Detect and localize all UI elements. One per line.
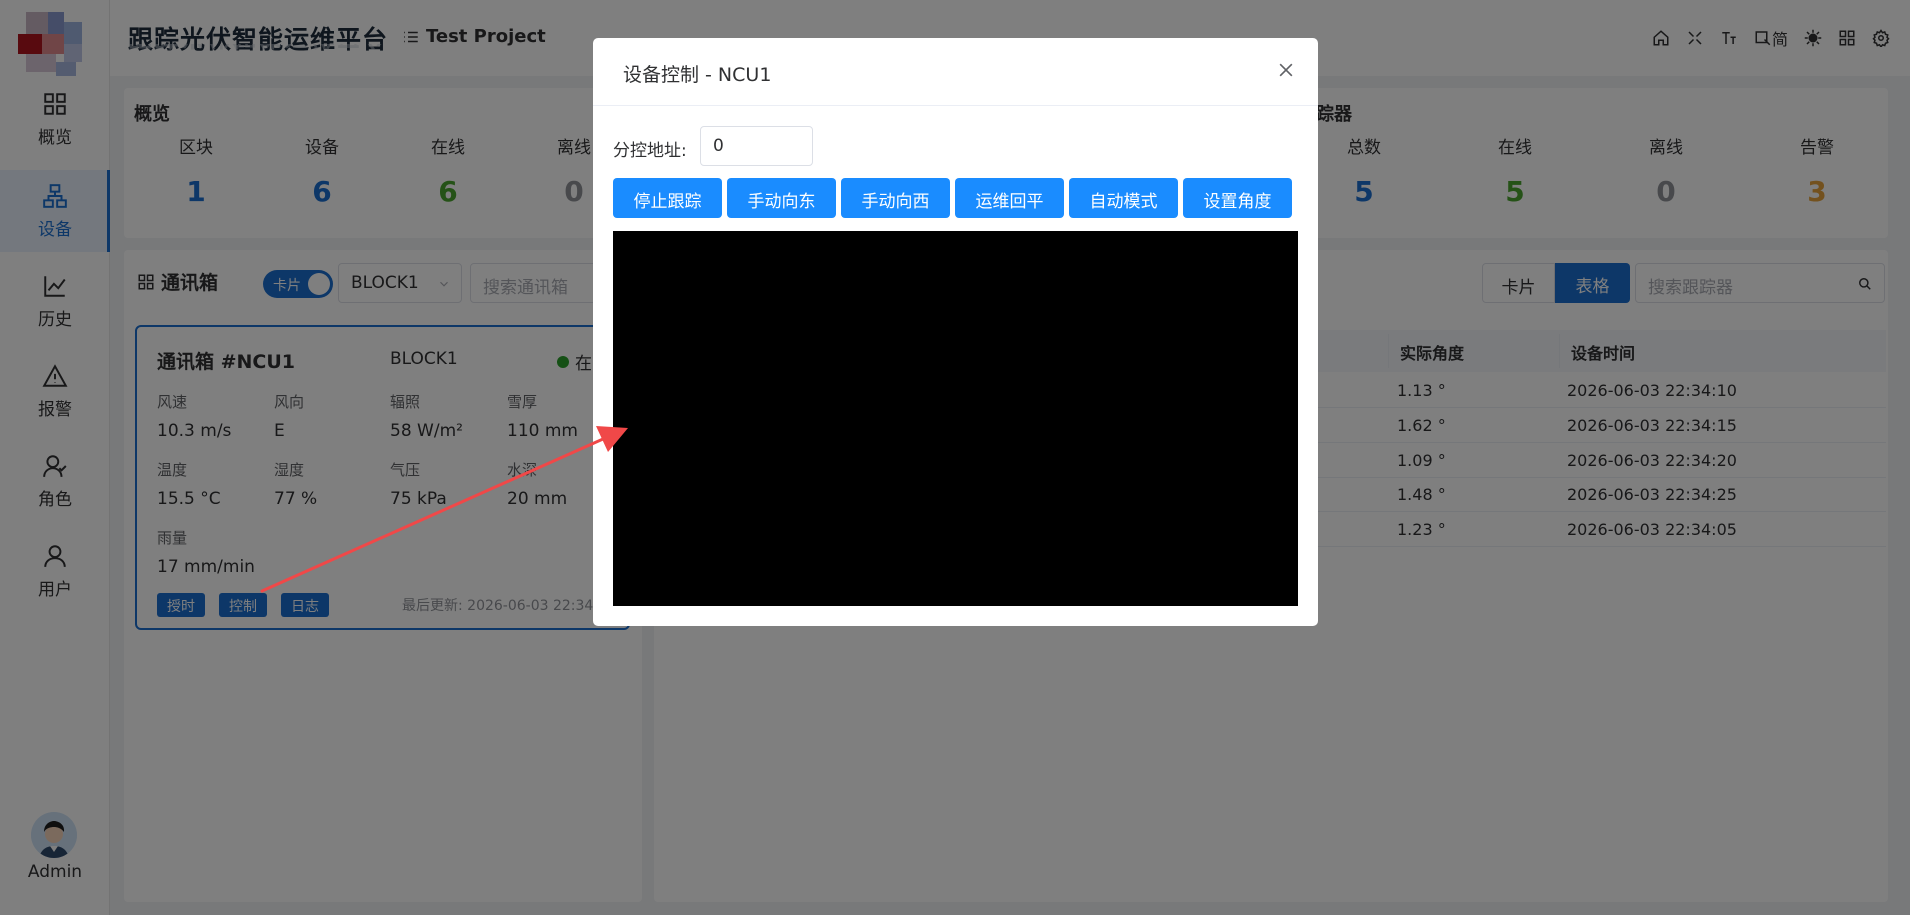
stop-tracking-button[interactable]: 停止跟踪 <box>613 178 722 218</box>
set-angle-button[interactable]: 设置角度 <box>1183 178 1292 218</box>
video-feed <box>613 231 1298 606</box>
address-input[interactable]: 0 <box>700 126 813 166</box>
close-icon[interactable] <box>1276 60 1296 80</box>
manual-east-button[interactable]: 手动向东 <box>727 178 836 218</box>
address-label: 分控地址: <box>613 141 687 161</box>
maintenance-level-button[interactable]: 运维回平 <box>955 178 1064 218</box>
dialog-title: 设备控制 - NCU1 <box>623 64 772 86</box>
device-control-dialog: 设备控制 - NCU1 分控地址: 0 停止跟踪 手动向东 手动向西 运维回平 … <box>593 38 1318 626</box>
dialog-divider <box>593 105 1318 106</box>
manual-west-button[interactable]: 手动向西 <box>841 178 950 218</box>
auto-mode-button[interactable]: 自动模式 <box>1069 178 1178 218</box>
